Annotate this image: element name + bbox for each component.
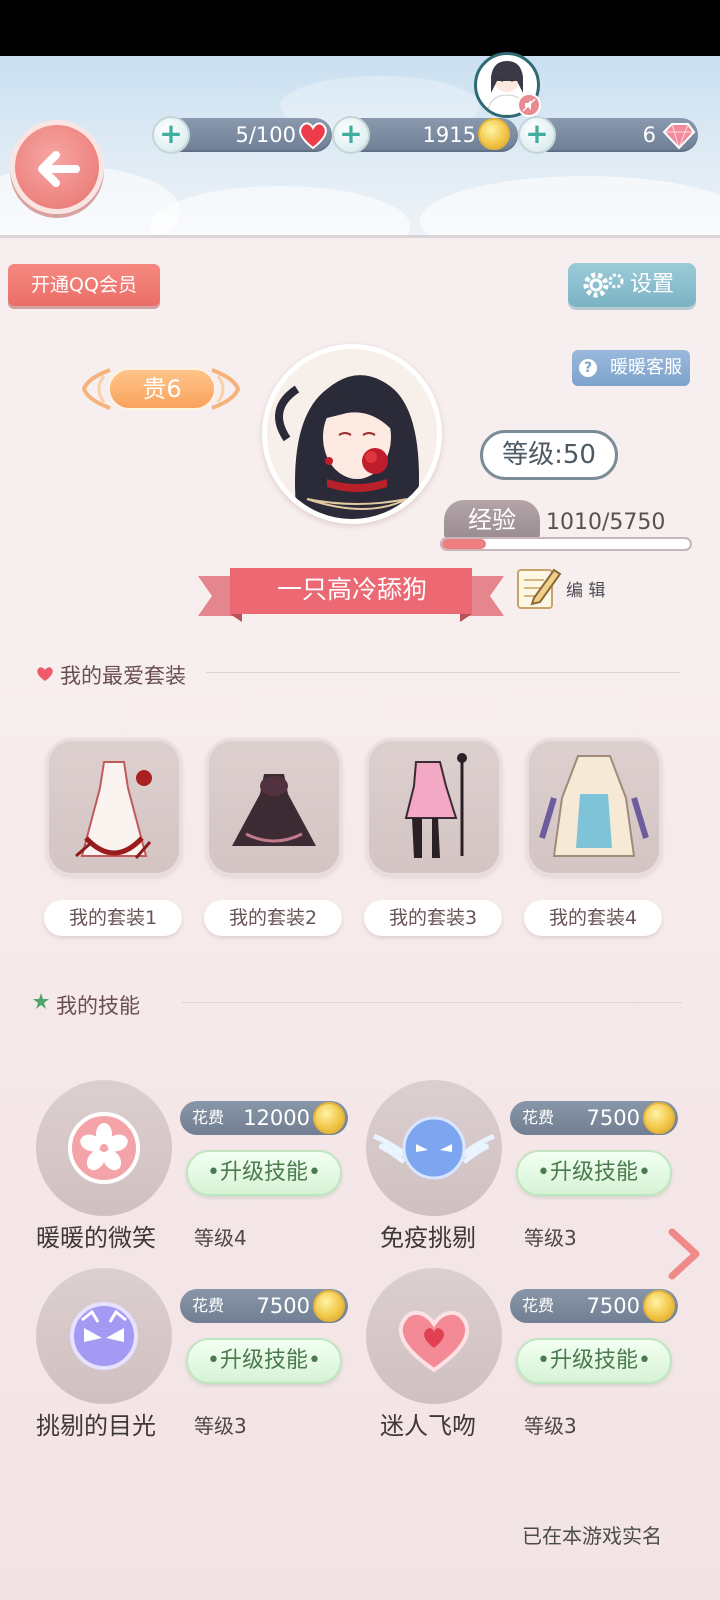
blue-hanfu-outfit-image (539, 755, 649, 857)
flower-icon (68, 1112, 140, 1184)
skill-level: 等级3 (194, 1414, 247, 1438)
back-button[interactable] (10, 120, 104, 214)
nickname: 一只高冷舔狗 (276, 575, 427, 604)
skills-divider (182, 1002, 682, 1003)
stamina-value: 5/100 (235, 123, 296, 147)
suit-label-3[interactable]: 我的套装3 (364, 900, 502, 936)
suit-label-4[interactable]: 我的套装4 (524, 900, 662, 936)
skill-level: 等级4 (194, 1226, 247, 1250)
heart-icon (398, 1310, 470, 1373)
cost-label: 花费 (192, 1296, 225, 1315)
settings-label: 设置 (630, 272, 675, 297)
settings-button[interactable]: 设置 (568, 263, 696, 307)
gold-coin-icon (313, 1290, 345, 1322)
favorites-divider (206, 672, 680, 673)
black-gothic-dress-image (232, 774, 316, 846)
winged-mask-icon (372, 1116, 496, 1180)
skill-icon-frame[interactable] (366, 1080, 502, 1216)
customer-service-label: 暖暖客服 (610, 357, 682, 378)
star-bullet-icon (33, 993, 49, 1009)
pencil-paper-icon (517, 568, 562, 609)
gold-value: 1915 (422, 123, 476, 147)
upgrade-skill-button[interactable]: •升级技能• (186, 1150, 342, 1196)
add-stamina-button[interactable]: + (152, 116, 190, 154)
edit-label: 编 辑 (566, 581, 606, 601)
gold-coin-icon (643, 1102, 675, 1134)
heart-bullet-icon (37, 667, 53, 681)
cost-label: 花费 (522, 1296, 555, 1315)
skill-level: 等级3 (524, 1414, 577, 1438)
exp-label: 经验 (444, 500, 540, 540)
upgrade-skill-button[interactable]: •升级技能• (516, 1150, 672, 1196)
purple-mask-icon (70, 1302, 138, 1370)
cost-value: 7500 (256, 1294, 310, 1318)
mute-icon[interactable] (517, 93, 541, 117)
vip-level: 贵6 (108, 368, 216, 410)
next-page-arrow-icon[interactable] (666, 1226, 702, 1282)
suit-card-4[interactable] (526, 738, 662, 876)
cost-value: 7500 (586, 1294, 640, 1318)
upgrade-skill-button[interactable]: •升级技能• (516, 1338, 672, 1384)
cost-value: 12000 (243, 1106, 310, 1130)
player-level: 等级:50 (480, 430, 618, 480)
suit-card-2[interactable] (206, 738, 342, 876)
cost-label: 花费 (522, 1108, 555, 1127)
skill-icon-frame[interactable] (366, 1268, 502, 1404)
favorites-title: 我的最爱套装 (60, 664, 186, 688)
add-diamond-button[interactable]: + (518, 116, 556, 154)
gear-icon (583, 272, 624, 298)
skills-title: 我的技能 (56, 994, 140, 1018)
diamond-value: 6 (642, 123, 656, 147)
gold-coin-icon (478, 118, 510, 150)
question-icon: ? (579, 359, 597, 377)
skill-name: 暖暖的微笑 (36, 1224, 156, 1252)
back-arrow-icon (38, 151, 80, 187)
skill-icon-frame[interactable] (36, 1268, 172, 1404)
profile-portrait[interactable] (262, 344, 442, 524)
pink-idol-outfit-image (404, 753, 467, 858)
cost-value: 7500 (586, 1106, 640, 1130)
cost-label: 花费 (192, 1108, 225, 1127)
suit-card-1[interactable] (46, 738, 182, 876)
realname-status: 已在本游戏实名 (522, 1524, 662, 1548)
exp-progress-bar (440, 537, 692, 551)
qq-vip-button[interactable]: 开通QQ会员 (8, 264, 160, 306)
add-gold-button[interactable]: + (332, 116, 370, 154)
exp-progress-fill (442, 539, 486, 549)
skill-level: 等级3 (524, 1226, 577, 1250)
skill-name: 挑剔的目光 (36, 1412, 156, 1440)
customer-service-button[interactable]: ? 暖暖客服 (572, 350, 690, 386)
suit-label-2[interactable]: 我的套装2 (204, 900, 342, 936)
upgrade-skill-button[interactable]: •升级技能• (186, 1338, 342, 1384)
gold-coin-icon (643, 1290, 675, 1322)
red-white-gown-image (75, 761, 152, 859)
skill-icon-frame[interactable] (36, 1080, 172, 1216)
skill-name: 免疫挑剔 (380, 1224, 476, 1252)
status-bar (0, 0, 720, 56)
heart-icon (299, 122, 327, 150)
vip-badge[interactable]: 贵6 (82, 360, 240, 418)
diamond-icon (662, 123, 696, 150)
exp-value: 1010/5750 (546, 510, 666, 535)
gold-coin-icon (313, 1102, 345, 1134)
suit-card-3[interactable] (366, 738, 502, 876)
suit-label-1[interactable]: 我的套装1 (44, 900, 182, 936)
skill-name: 迷人飞吻 (380, 1412, 476, 1440)
